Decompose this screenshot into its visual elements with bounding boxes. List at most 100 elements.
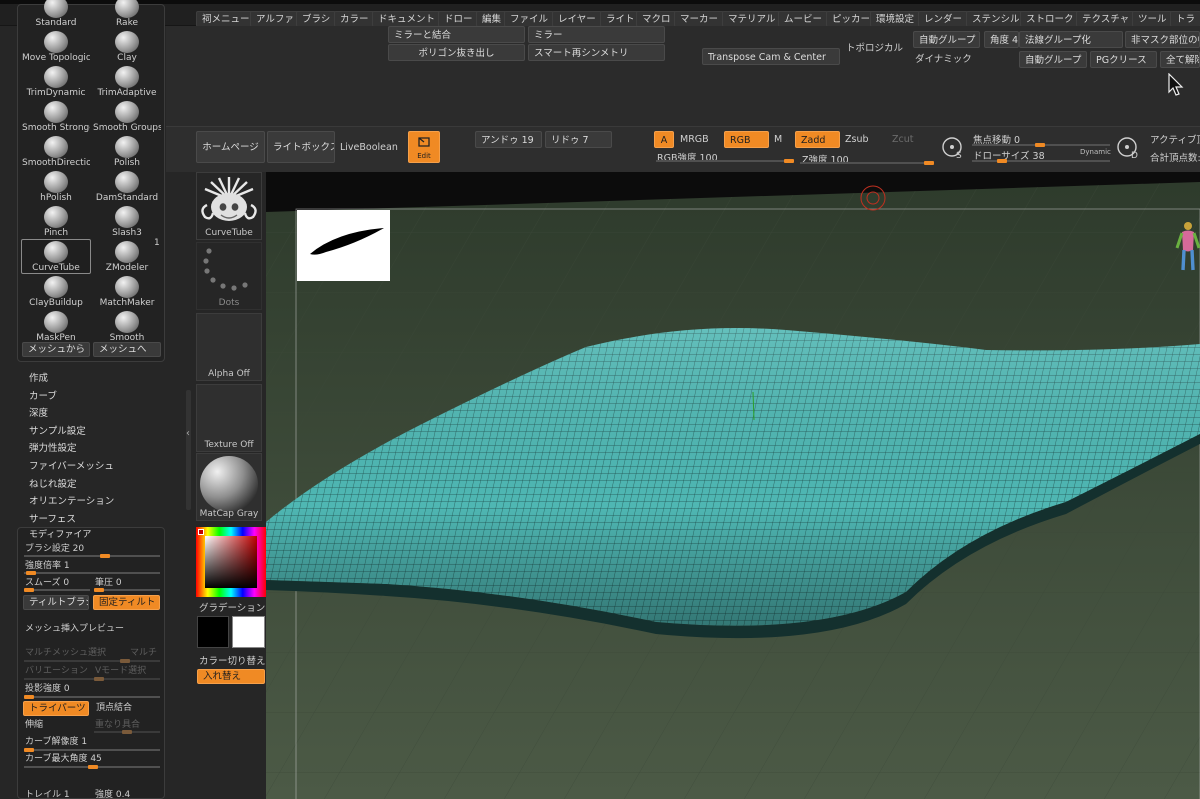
color-switch-button[interactable]: カラー切り替え: [199, 653, 266, 667]
brush-pinch[interactable]: Pinch: [21, 204, 91, 239]
projection-track[interactable]: [24, 695, 160, 699]
brush-smooth-stronge[interactable]: Smooth Stronge: [21, 99, 91, 134]
liveboolean-button[interactable]: LiveBoolean: [340, 142, 398, 153]
menu-item[interactable]: カラー: [334, 11, 375, 27]
menu-sample[interactable]: サンプル設定: [29, 423, 86, 437]
a-toggle[interactable]: A: [654, 131, 674, 148]
brush-trimadaptive[interactable]: TrimAdaptive: [92, 64, 162, 99]
menu-item[interactable]: マクロ: [636, 11, 677, 27]
brush-hpolish[interactable]: hPolish: [21, 169, 91, 204]
brush-curvetube[interactable]: CurveTube: [21, 239, 91, 274]
modifier-title[interactable]: モディファイア: [29, 528, 91, 542]
menu-surface[interactable]: サーフェス: [29, 511, 76, 525]
unhide-all-button[interactable]: 全て解除: [1160, 51, 1200, 68]
menu-twist[interactable]: ねじれ設定: [29, 476, 77, 490]
curve-max-angle-slider[interactable]: カーブ最大角度 45: [25, 752, 102, 766]
tilt-brush-button[interactable]: ティルトブラシ: [23, 595, 89, 610]
auto-group-button-2[interactable]: 自動グループ: [1019, 51, 1087, 68]
brush-standard[interactable]: Standard: [21, 0, 91, 29]
brush-trimdynamic[interactable]: TrimDynamic: [21, 64, 91, 99]
menu-create[interactable]: 作成: [29, 370, 48, 384]
brush-clay[interactable]: Clay: [92, 29, 162, 64]
menu-item[interactable]: 環境設定: [870, 11, 921, 27]
normal-group-button[interactable]: 法線グループ化: [1019, 31, 1123, 48]
texture-tile[interactable]: Texture Off: [196, 384, 262, 452]
menu-depth[interactable]: 深度: [29, 405, 48, 419]
brush-move-topologica[interactable]: Move Topologica: [21, 29, 91, 64]
m-toggle[interactable]: M: [774, 134, 782, 145]
intensity-mult-track[interactable]: [24, 571, 160, 575]
curve-max-angle-track[interactable]: [24, 765, 160, 769]
stroke-tile[interactable]: Dots: [196, 242, 262, 310]
smooth-track[interactable]: [24, 588, 90, 592]
curve-resolution-slider[interactable]: カーブ解像度 1: [25, 735, 87, 749]
alpha-tile[interactable]: Alpha Off: [196, 313, 262, 381]
brush-setting-slider[interactable]: ブラシ設定 20: [25, 542, 84, 556]
mesh-insert-preview[interactable]: メッシュ挿入プレビュー: [25, 622, 124, 636]
curve-resolution-track[interactable]: [24, 748, 160, 752]
transpose-cam-button[interactable]: Transpose Cam & Center: [702, 48, 840, 65]
focal-shift-track[interactable]: [972, 143, 1110, 147]
menu-fibermesh[interactable]: ファイバーメッシュ: [29, 458, 114, 472]
menu-orientation[interactable]: オリエンテーション: [29, 493, 114, 507]
brush-polish[interactable]: Polish: [92, 134, 162, 169]
angle-slider[interactable]: 角度 45: [984, 31, 1019, 48]
brush-smoothdirectior[interactable]: SmoothDirectior: [21, 134, 91, 169]
document-canvas[interactable]: [266, 172, 1200, 799]
rgb-intensity-track[interactable]: [656, 159, 794, 163]
menu-item[interactable]: ツール: [1132, 11, 1173, 27]
menu-item[interactable]: 編集: [476, 11, 508, 27]
redo-button[interactable]: リドゥ 7: [545, 131, 612, 148]
z-intensity-track[interactable]: [800, 161, 934, 165]
mrgb-toggle[interactable]: MRGB: [680, 134, 709, 145]
brush-smooth-groups[interactable]: Smooth Groups: [92, 99, 162, 134]
stretch-toggle[interactable]: 伸縮: [25, 718, 43, 732]
menu-item[interactable]: マーカー: [674, 11, 725, 27]
menu-elasticity[interactable]: 弾力性設定: [29, 440, 77, 454]
mirror-merge-button[interactable]: ミラーと結合: [388, 26, 525, 43]
brush-damstandard[interactable]: DamStandard: [92, 169, 162, 204]
menu-item[interactable]: 祠メニュー: [196, 11, 256, 27]
strength-slider[interactable]: 強度 0.4: [95, 788, 130, 799]
color-square[interactable]: [205, 536, 257, 588]
menu-item[interactable]: レンダー: [918, 11, 969, 27]
sculptris-icon[interactable]: D: [1116, 136, 1140, 160]
menu-item[interactable]: ファイル: [504, 11, 555, 27]
menu-item[interactable]: ドキュメント: [372, 11, 442, 27]
viewport-3d[interactable]: [266, 172, 1200, 799]
collapse-arrow-icon[interactable]: ‹: [186, 428, 190, 439]
secondary-color-swatch[interactable]: [232, 616, 265, 648]
brush-smooth[interactable]: Smooth: [92, 309, 162, 344]
pressure-track[interactable]: [94, 588, 160, 592]
material-tile[interactable]: MatCap Gray: [196, 453, 262, 521]
gradient-label[interactable]: グラデーション: [199, 600, 265, 614]
to-mesh-button[interactable]: メッシュへ: [93, 342, 161, 357]
dynamic-toggle[interactable]: Dynamic: [1080, 148, 1111, 156]
brush-slash3[interactable]: Slash3: [92, 204, 162, 239]
color-picker[interactable]: [196, 527, 266, 597]
menu-item[interactable]: アルファ: [250, 11, 300, 27]
brush-setting-track[interactable]: [24, 554, 160, 558]
unmasked-center-button[interactable]: 非マスク部位の中心: [1125, 31, 1200, 48]
tray-scroll-handle[interactable]: [186, 390, 191, 510]
projection-slider[interactable]: 投影強度 0: [25, 682, 70, 696]
brush-rake[interactable]: Rake: [92, 0, 162, 29]
dynamic-label[interactable]: ダイナミック: [915, 51, 972, 65]
zcut-toggle[interactable]: Zcut: [892, 134, 913, 145]
brush-matchmaker[interactable]: MatchMaker: [92, 274, 162, 309]
trail-slider[interactable]: トレイル 1: [25, 788, 70, 799]
menu-curve[interactable]: カーブ: [29, 388, 57, 402]
polygon-extract-button[interactable]: ポリゴン抜き出し: [388, 44, 525, 61]
menu-item[interactable]: テクスチャ: [1076, 11, 1136, 27]
zsub-toggle[interactable]: Zsub: [845, 134, 869, 145]
homepage-button[interactable]: ホームページ: [196, 131, 265, 163]
brush-zmodeler[interactable]: ZModeler: [92, 239, 162, 274]
undo-button[interactable]: アンドゥ 19: [475, 131, 542, 148]
rgb-toggle[interactable]: RGB: [724, 131, 769, 148]
brush-maskpen[interactable]: MaskPen: [21, 309, 91, 344]
current-tool-tile[interactable]: CurveTube: [196, 172, 262, 240]
menu-item[interactable]: ドロー: [438, 11, 479, 27]
menu-item[interactable]: レイヤー: [552, 11, 602, 27]
menu-item[interactable]: ムービー: [778, 11, 829, 27]
menu-item[interactable]: トラ: [1170, 11, 1200, 27]
